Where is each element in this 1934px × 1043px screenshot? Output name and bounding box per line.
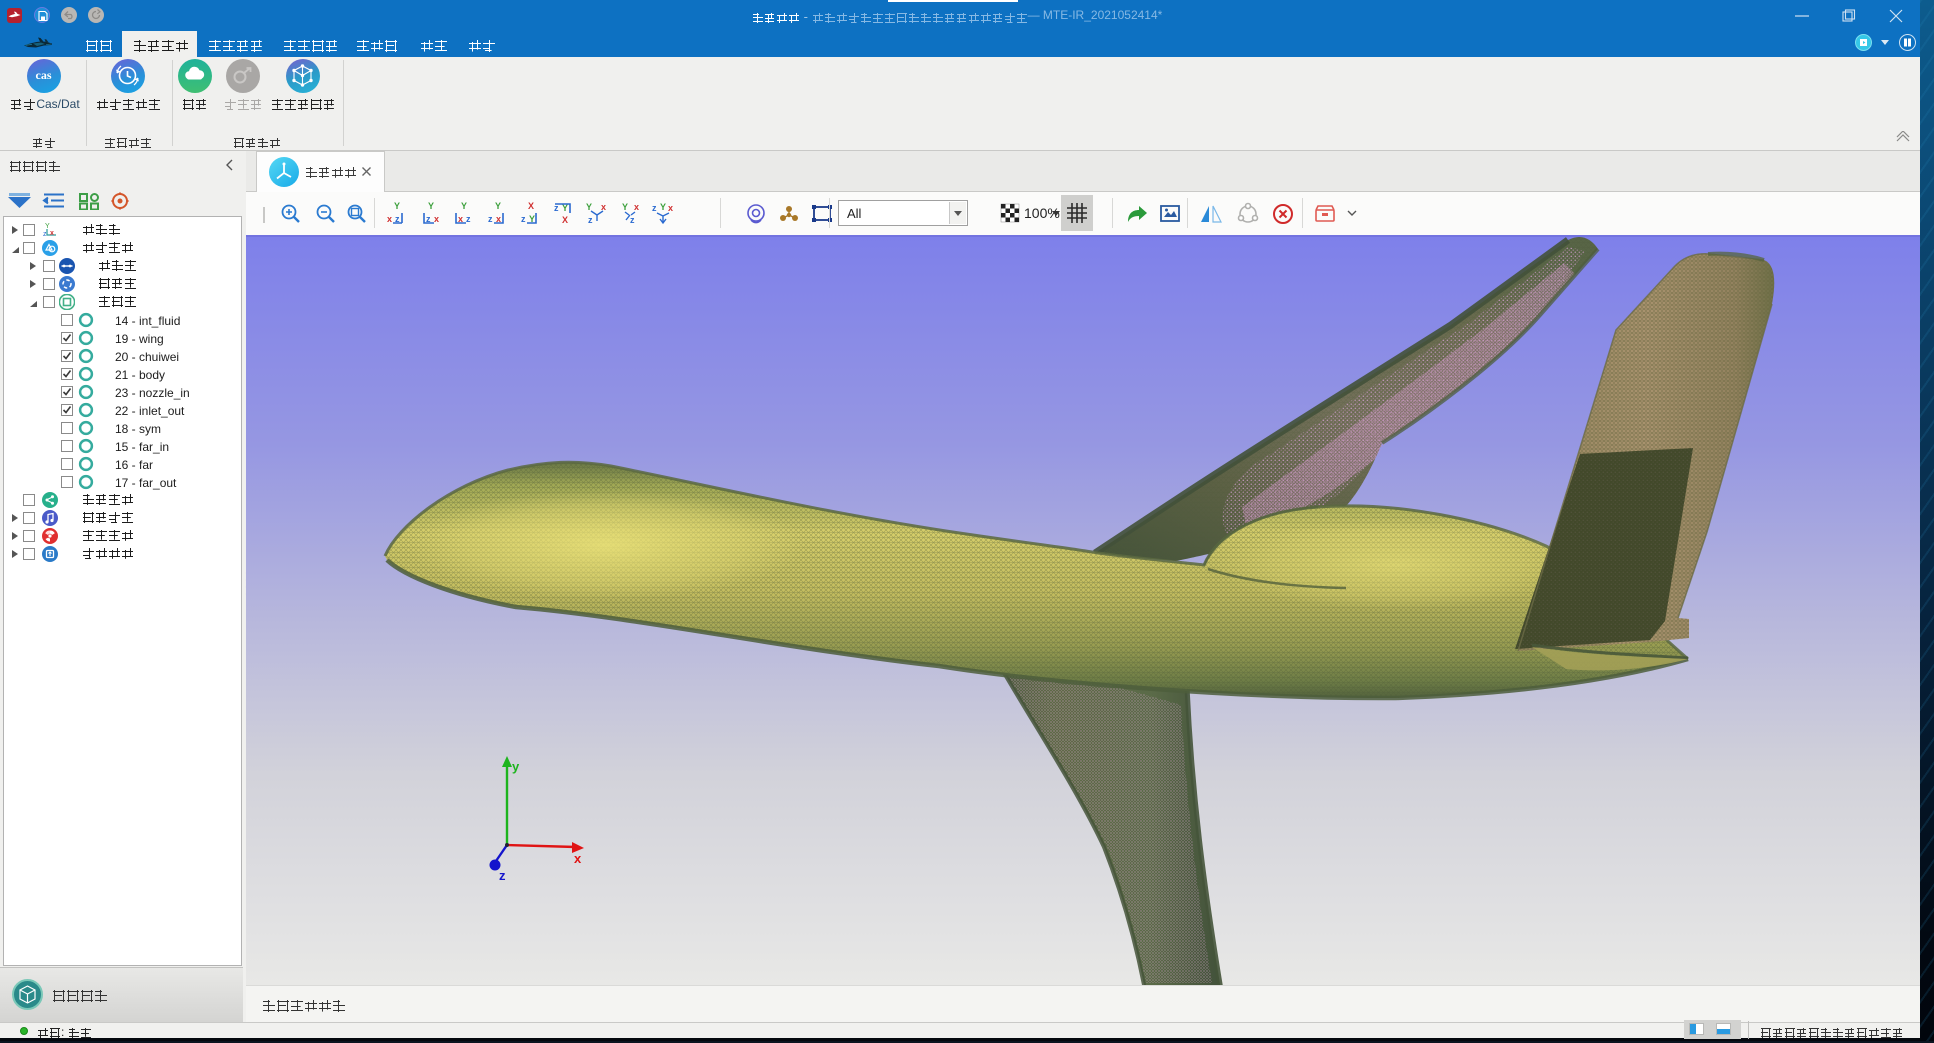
svg-text:Y: Y	[495, 201, 501, 211]
svg-text:X: X	[562, 215, 568, 225]
svg-text:Y: Y	[461, 201, 467, 211]
svg-text:Y: Y	[622, 202, 628, 212]
svg-text:Y: Y	[586, 202, 592, 212]
svg-text:Y: Y	[45, 223, 50, 230]
svg-text:z: z	[466, 214, 471, 224]
svg-text:X: X	[528, 201, 534, 211]
svg-text:Y: Y	[394, 201, 400, 211]
svg-text:z: z	[652, 203, 657, 213]
svg-text:x: x	[574, 851, 582, 866]
svg-text:Y: Y	[660, 202, 666, 212]
svg-text:z: z	[588, 215, 593, 225]
svg-text:z: z	[43, 231, 47, 238]
svg-text:x: x	[601, 202, 606, 212]
svg-text:x: x	[50, 230, 54, 237]
svg-text:z: z	[521, 214, 526, 224]
svg-text:Y: Y	[428, 201, 434, 211]
svg-text:z: z	[499, 868, 506, 883]
svg-text:x: x	[668, 203, 673, 213]
svg-text:x: x	[434, 214, 439, 224]
svg-text:x: x	[387, 214, 392, 224]
svg-text:z: z	[630, 215, 635, 225]
svg-text:x: x	[634, 202, 639, 212]
svg-text:y: y	[512, 759, 520, 774]
svg-text:z: z	[488, 214, 493, 224]
